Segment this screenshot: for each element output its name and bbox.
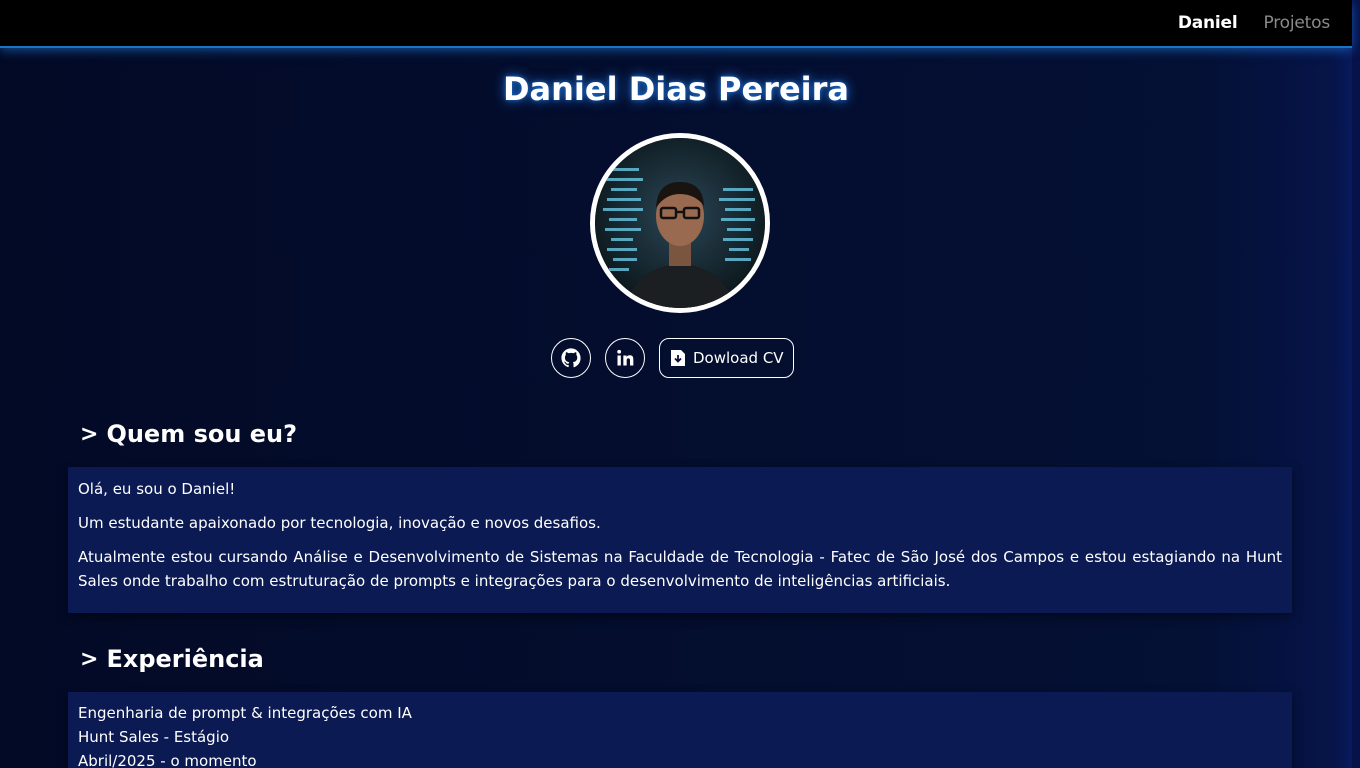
- page: Daniel Projetos Daniel Dias Pereira Dowl…: [0, 0, 1360, 768]
- about-greeting: Olá, eu sou o Daniel!: [78, 480, 236, 498]
- nav-link-projetos[interactable]: Projetos: [1264, 13, 1331, 33]
- about-tagline: Um estudante apaixonado por tecnologia, …: [78, 514, 601, 532]
- about-card: Olá, eu sou o Daniel! Um estudante apaix…: [68, 467, 1292, 613]
- chevron-right-icon: >: [80, 646, 99, 672]
- chevron-right-icon: >: [80, 421, 99, 447]
- experience-heading-text: Experiência: [106, 645, 264, 673]
- experience-company: Hunt Sales - Estágio: [78, 728, 230, 746]
- about-heading-text: Quem sou eu?: [106, 420, 298, 448]
- page-title: Daniel Dias Pereira: [502, 70, 849, 108]
- avatar: [590, 133, 770, 313]
- nav-link-daniel[interactable]: Daniel: [1178, 13, 1238, 33]
- social-links: Dowload CV: [551, 338, 794, 378]
- linkedin-icon: [617, 349, 634, 366]
- github-button[interactable]: [551, 338, 591, 378]
- experience-role: Engenharia de prompt & integrações com I…: [78, 704, 412, 722]
- scrollbar[interactable]: [1352, 0, 1360, 768]
- top-navbar: Daniel Projetos: [0, 0, 1352, 46]
- download-cv-button[interactable]: Dowload CV: [659, 338, 794, 378]
- about-heading: > Quem sou eu?: [80, 420, 297, 448]
- experience-card: Engenharia de prompt & integrações com I…: [68, 692, 1292, 768]
- experience-period: Abril/2025 - o momento: [78, 752, 257, 768]
- about-paragraph: Atualmente estou cursando Análise e Dese…: [78, 548, 1282, 590]
- file-download-icon: [671, 350, 685, 366]
- experience-heading: > Experiência: [80, 645, 264, 673]
- download-cv-label: Dowload CV: [693, 349, 784, 367]
- profile-photo: [595, 138, 765, 308]
- linkedin-button[interactable]: [605, 338, 645, 378]
- github-icon: [561, 348, 581, 368]
